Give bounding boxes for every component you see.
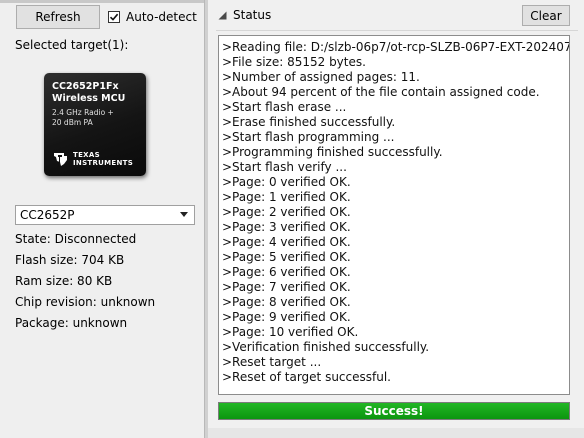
log-line: >Page: 6 verified OK. — [222, 265, 351, 279]
progress-label: Success! — [364, 404, 424, 418]
log-line: >Page: 3 verified OK. — [222, 220, 351, 234]
device-select-value: CC2652P — [20, 208, 75, 222]
ti-logo-icon — [54, 153, 67, 166]
progress-bar: Success! — [218, 402, 570, 420]
state-text: State: Disconnected — [15, 232, 137, 246]
log-line: >Programming finished successfully. — [222, 145, 443, 159]
log-line: >Reading file: D:/slzb-06p7/ot-rcp-SLZB-… — [222, 40, 569, 54]
ti-brand-line1: TEXAS — [73, 151, 100, 159]
status-title: Status — [233, 8, 272, 22]
chip-revision-text: Chip revision: unknown — [15, 295, 156, 309]
log-line: >File size: 85152 bytes. — [222, 55, 366, 69]
bottom-strip — [208, 428, 584, 438]
log-line: >Page: 1 verified OK. — [222, 190, 351, 204]
log-line: >Reset target ... — [222, 355, 322, 369]
left-panel: Refresh Auto-detect Selected target(1): … — [0, 0, 204, 438]
log-line: >Start flash programming ... — [222, 130, 395, 144]
auto-detect-label: Auto-detect — [126, 10, 197, 24]
chip-title-line2: Wireless MCU — [52, 93, 126, 104]
log-line: >About 94 percent of the file contain as… — [222, 85, 540, 99]
log-line: >Page: 10 verified OK. — [222, 325, 359, 339]
log-line: >Start flash erase ... — [222, 100, 347, 114]
package-text: Package: unknown — [15, 316, 128, 330]
log-line: >Erase finished successfully. — [222, 115, 396, 129]
status-panel: Status Clear >Reading file: D:/slzb-06p7… — [208, 0, 584, 438]
log-line: >Reset of target successful. — [222, 370, 391, 384]
log-line: >Verification finished successfully. — [222, 340, 430, 354]
top-divider — [0, 0, 204, 3]
log-line: >Page: 0 verified OK. — [222, 175, 351, 189]
auto-detect-check-box[interactable] — [108, 11, 120, 23]
ram-size-text: Ram size: 80 KB — [15, 274, 113, 288]
ti-logo: TEXAS INSTRUMENTS — [52, 150, 133, 168]
log-line: >Page: 7 verified OK. — [222, 280, 351, 294]
flash-size-text: Flash size: 704 KB — [15, 253, 125, 267]
refresh-button[interactable]: Refresh — [16, 5, 100, 29]
check-icon — [109, 13, 119, 21]
log-line: >Page: 2 verified OK. — [222, 205, 351, 219]
chip-sub-line1: 2.4 GHz Radio + — [52, 108, 114, 117]
chip-image: CC2652P1Fx Wireless MCU 2.4 GHz Radio + … — [44, 73, 146, 176]
selected-target-label: Selected target(1): — [15, 38, 129, 52]
log-line: >Page: 9 verified OK. — [222, 310, 351, 324]
chip-title-line1: CC2652P1Fx — [52, 81, 119, 92]
clear-button-label: Clear — [530, 8, 562, 23]
clear-button[interactable]: Clear — [522, 5, 570, 26]
header-divider — [216, 30, 578, 31]
log-line: >Page: 8 verified OK. — [222, 295, 351, 309]
chip-sub-line2: 20 dBm PA — [52, 118, 93, 127]
status-header[interactable]: Status — [218, 8, 271, 22]
log-line: >Page: 5 verified OK. — [222, 250, 351, 264]
log-line: >Page: 4 verified OK. — [222, 235, 351, 249]
triangle-collapse-icon[interactable] — [218, 11, 227, 20]
status-log[interactable]: >Reading file: D:/slzb-06p7/ot-rcp-SLZB-… — [218, 35, 570, 395]
log-line: >Number of assigned pages: 11. — [222, 70, 420, 84]
ti-brand-line2: INSTRUMENTS — [73, 159, 134, 167]
refresh-button-label: Refresh — [35, 10, 81, 24]
log-line: >Start flash verify ... — [222, 160, 347, 174]
auto-detect-checkbox[interactable]: Auto-detect — [108, 9, 197, 25]
chevron-down-icon — [180, 212, 188, 217]
device-select[interactable]: CC2652P — [15, 205, 195, 225]
